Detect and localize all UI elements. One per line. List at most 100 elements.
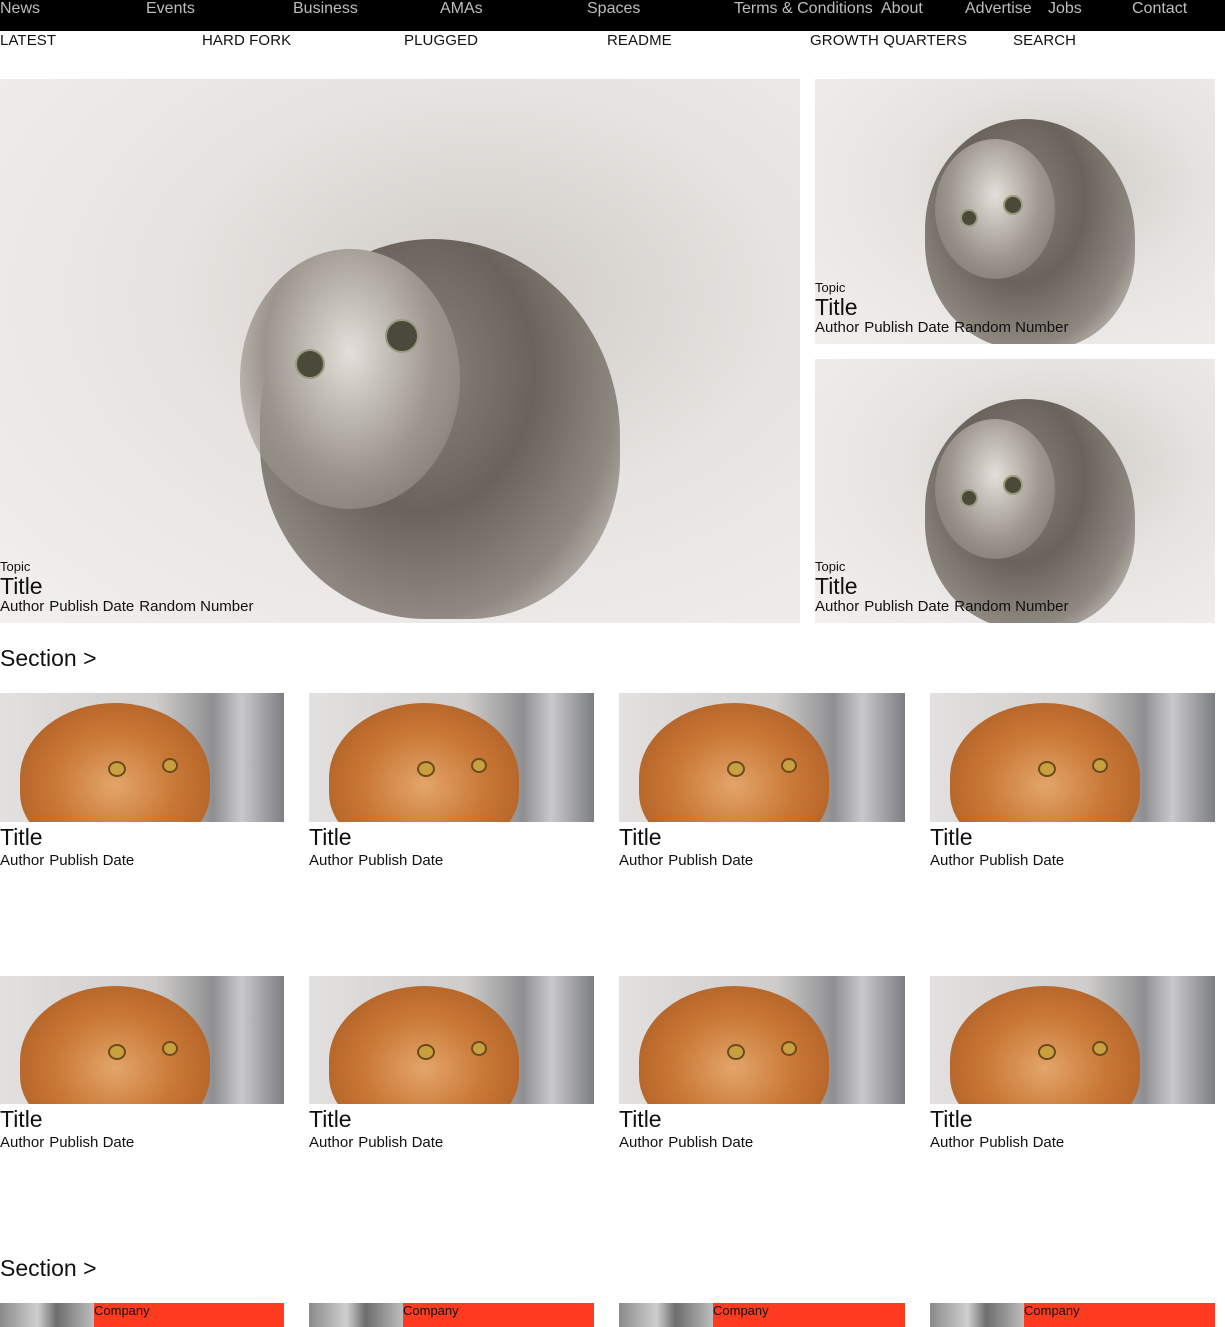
subnav-plugged[interactable]: PLUGGED: [404, 32, 478, 49]
subnav-latest[interactable]: LATEST: [0, 32, 56, 49]
card-image[interactable]: [0, 976, 284, 1104]
card-title[interactable]: Title: [0, 1107, 43, 1131]
cat-eye-right: [781, 1041, 797, 1056]
company-thumbnail: [930, 1303, 1024, 1327]
cat-eye-right: [471, 1041, 487, 1056]
cat-eye-right: [471, 758, 487, 773]
article-title[interactable]: Title: [815, 574, 1073, 598]
card-image[interactable]: [619, 976, 905, 1104]
article-author: Author: [815, 598, 860, 615]
hero-main-image[interactable]: [0, 79, 800, 623]
cat-eye-left: [1038, 1044, 1056, 1060]
card-date: Publish Date: [979, 852, 1065, 869]
cat-eye-right: [162, 758, 178, 773]
kitten-face: [935, 139, 1055, 279]
secondary-nav: LATEST HARD FORK PLUGGED README GROWTH Q…: [0, 31, 1225, 55]
section-heading[interactable]: Section >: [0, 1255, 97, 1282]
cat-eye-left: [417, 761, 435, 777]
card-title[interactable]: Title: [930, 825, 973, 849]
kitten-eye-left: [960, 489, 978, 507]
company-banner: Company: [94, 1303, 284, 1327]
cat-eye-left: [727, 1044, 745, 1060]
card-image[interactable]: [930, 976, 1215, 1104]
company-card[interactable]: Company: [309, 1303, 594, 1327]
card-title[interactable]: Title: [619, 825, 662, 849]
kitten-eye-right: [385, 319, 419, 353]
card-meta: Author Publish Date: [930, 1134, 1069, 1151]
card-title[interactable]: Title: [619, 1107, 662, 1131]
top-nav-bar: News Events Business AMAs Spaces Terms &…: [0, 0, 1225, 31]
subnav-growth-quarters[interactable]: GROWTH QUARTERS: [810, 32, 967, 49]
card-image[interactable]: [309, 976, 594, 1104]
nav-link-advertise[interactable]: Advertise: [965, 0, 1032, 18]
company-thumbnail: [309, 1303, 403, 1327]
card-title[interactable]: Title: [930, 1107, 973, 1131]
kitten-eye-right: [1003, 195, 1023, 215]
article-title[interactable]: Title: [0, 574, 258, 598]
card-image[interactable]: [619, 693, 905, 822]
company-banner: Company: [713, 1303, 905, 1327]
nav-link-business[interactable]: Business: [293, 0, 358, 18]
subnav-hard-fork[interactable]: HARD FORK: [202, 32, 291, 49]
company-thumbnail: [619, 1303, 713, 1327]
card-title[interactable]: Title: [309, 1107, 352, 1131]
cat-eye-left: [108, 1044, 126, 1060]
cat-eye-left: [1038, 761, 1056, 777]
card-meta: Author Publish Date: [619, 1134, 758, 1151]
hero-main-caption: Topic Title Author Publish Date Random Num…: [0, 559, 258, 615]
cat-eye-right: [1092, 1041, 1108, 1056]
article-author: Author: [815, 319, 860, 336]
nav-link-events[interactable]: Events: [146, 0, 195, 18]
card-date: Publish Date: [668, 852, 754, 869]
card-date: Publish Date: [668, 1134, 754, 1151]
cat-eye-right: [1092, 758, 1108, 773]
card-date: Publish Date: [358, 1134, 444, 1151]
company-card[interactable]: Company: [0, 1303, 284, 1327]
article-meta: Author Publish Date Random Number: [0, 598, 258, 615]
card-meta: Author Publish Date: [930, 852, 1069, 869]
card-meta: Author Publish Date: [309, 852, 448, 869]
card-author: Author: [930, 852, 975, 869]
section-heading[interactable]: Section >: [0, 645, 97, 672]
subnav-readme[interactable]: README: [607, 32, 672, 49]
article-author: Author: [0, 598, 45, 615]
nav-link-jobs[interactable]: Jobs: [1048, 0, 1082, 18]
article-number: Random Number: [954, 598, 1069, 615]
cat-eye-left: [417, 1044, 435, 1060]
card-meta: Author Publish Date: [0, 1134, 139, 1151]
article-title[interactable]: Title: [815, 295, 1073, 319]
card-image[interactable]: [930, 693, 1215, 822]
article-meta: Author Publish Date Random Number: [815, 598, 1073, 615]
subnav-search[interactable]: SEARCH: [1013, 32, 1076, 49]
cat-eye-left: [108, 761, 126, 777]
article-date: Publish Date: [864, 598, 950, 615]
card-date: Publish Date: [358, 852, 444, 869]
card-author: Author: [930, 1134, 975, 1151]
card-title[interactable]: Title: [0, 825, 43, 849]
nav-link-spaces[interactable]: Spaces: [587, 0, 640, 18]
cat-eye-right: [162, 1041, 178, 1056]
nav-link-contact[interactable]: Contact: [1132, 0, 1187, 18]
card-image[interactable]: [0, 693, 284, 822]
article-number: Random Number: [954, 319, 1069, 336]
company-label: Company: [403, 1303, 459, 1318]
hero-side-caption-1: Topic Title Author Publish Date Random Num…: [815, 280, 1073, 336]
nav-link-amas[interactable]: AMAs: [440, 0, 483, 18]
company-card[interactable]: Company: [930, 1303, 1215, 1327]
card-author: Author: [619, 852, 664, 869]
card-author: Author: [0, 1134, 45, 1151]
kitten-face: [240, 249, 460, 509]
nav-link-news[interactable]: News: [0, 0, 40, 18]
card-meta: Author Publish Date: [0, 852, 139, 869]
company-card[interactable]: Company: [619, 1303, 905, 1327]
nav-link-about[interactable]: About: [881, 0, 923, 18]
cat-eye-left: [727, 761, 745, 777]
card-image[interactable]: [309, 693, 594, 822]
company-thumbnail: [0, 1303, 94, 1327]
article-date: Publish Date: [864, 319, 950, 336]
card-title[interactable]: Title: [309, 825, 352, 849]
nav-link-terms[interactable]: Terms & Conditions: [734, 0, 873, 18]
company-banner: Company: [403, 1303, 594, 1327]
article-topic: Topic: [815, 559, 846, 574]
company-label: Company: [94, 1303, 150, 1318]
